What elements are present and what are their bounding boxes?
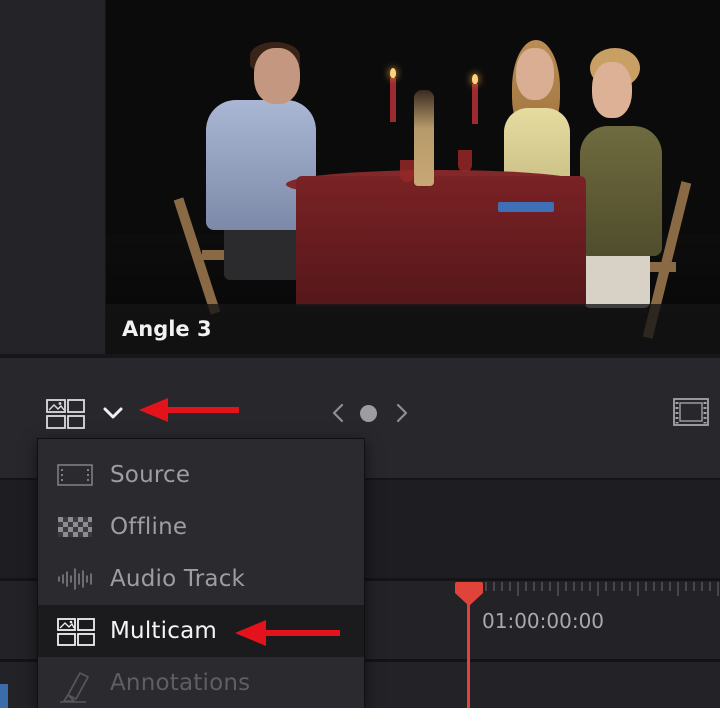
next-angle-button[interactable] [394, 402, 410, 424]
video-frame [106, 0, 720, 354]
scene-woman1-head [516, 48, 554, 100]
viewer-mode-dropdown[interactable] [100, 398, 126, 428]
source-icon [56, 461, 94, 489]
chevron-right-icon [396, 403, 408, 423]
timecode-label: 01:00:00:00 [482, 609, 605, 633]
menu-item-label: Multicam [110, 618, 217, 644]
viewer-mode-menu: Source Offline Audio Track Multicam Anno… [37, 438, 365, 708]
left-panel [0, 0, 106, 356]
playhead-icon [455, 582, 483, 606]
video-viewer[interactable]: Angle 3 [106, 0, 720, 354]
playhead-line[interactable] [467, 598, 470, 708]
chevron-down-icon [103, 407, 123, 419]
menu-item-audio-track[interactable]: Audio Track [38, 553, 364, 605]
menu-item-label: Annotations [110, 670, 251, 696]
track-color-chip [0, 684, 8, 708]
menu-item-source[interactable]: Source [38, 449, 364, 501]
viewer-mode-button[interactable] [44, 398, 88, 430]
timeline-ruler[interactable] [474, 582, 720, 600]
checkerboard-icon [56, 513, 94, 541]
multicam-icon [46, 399, 85, 429]
scene-woman2-head [592, 62, 632, 118]
callout-arrow-menu [235, 620, 340, 646]
scene-candle-left [390, 78, 396, 122]
angle-label: Angle 3 [122, 317, 212, 341]
menu-item-label: Source [110, 462, 191, 488]
multicam-icon [56, 617, 95, 646]
menu-item-annotations[interactable]: Annotations [38, 657, 364, 708]
angle-label-bar: Angle 3 [106, 304, 720, 354]
menu-item-label: Audio Track [110, 566, 246, 592]
scene-flame-right [472, 74, 478, 84]
scene-tablecloth [296, 176, 586, 306]
waveform-icon [56, 565, 94, 593]
previous-angle-button[interactable] [330, 402, 346, 424]
chevron-left-icon [332, 403, 344, 423]
playhead-handle[interactable] [452, 581, 486, 607]
menu-item-offline[interactable]: Offline [38, 501, 364, 553]
callout-arrow-toolbar [139, 398, 239, 422]
scene-man-head [254, 48, 300, 104]
scene-glass-left [400, 160, 414, 182]
menu-item-label: Offline [110, 514, 188, 540]
marker-icon [56, 669, 94, 703]
filmstrip-button[interactable] [672, 397, 710, 427]
scene-glass-right [458, 150, 472, 172]
scene-woman2-body [580, 126, 662, 256]
scene-candle-right [472, 84, 478, 124]
scene-bottle [414, 90, 434, 186]
scene-woman2-legs [584, 248, 650, 308]
angle-indicator-dot[interactable] [360, 405, 377, 422]
scene-napkin [498, 202, 554, 212]
scene-flame-left [390, 68, 396, 78]
filmstrip-icon [673, 398, 709, 426]
